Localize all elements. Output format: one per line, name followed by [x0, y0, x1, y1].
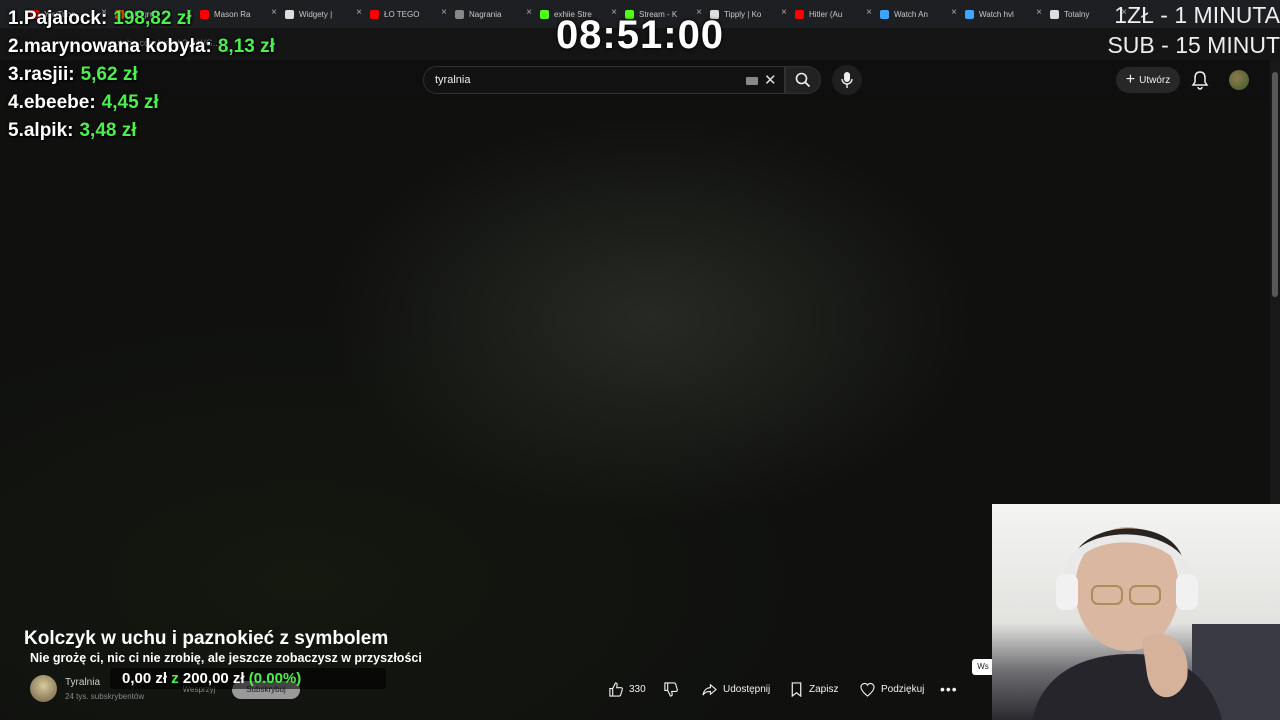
timer-rates: 1ZŁ - 1 MINUTA SUB - 15 MINUT	[1107, 0, 1280, 60]
donation-amount: 5,62 zł	[80, 64, 138, 85]
goal-target: 200,00 zł	[182, 670, 245, 687]
search-box[interactable]: tyralnia ✕	[423, 66, 785, 94]
tab-label: Tipply | Ko	[724, 9, 762, 19]
donation-rank: 1.	[8, 8, 24, 29]
goal-current: 0,00 zł	[122, 670, 168, 687]
browser-tab[interactable]: Watch hvl ×	[965, 5, 1042, 23]
tab-favicon-icon	[455, 9, 464, 19]
donation-row: 5.alpik: 3,48 zł	[8, 120, 368, 148]
bookmark-icon	[791, 681, 802, 697]
search-icon	[795, 72, 811, 88]
channel-name[interactable]: Tyralnia	[65, 677, 100, 688]
goal-separator: z	[171, 670, 179, 687]
donation-amount: 8,13 zł	[217, 36, 275, 57]
thumbs-up-icon	[609, 681, 623, 697]
thanks-button[interactable]: Podziękuj	[860, 678, 924, 700]
voice-search-button[interactable]	[832, 65, 862, 95]
donation-row: 2.marynowana kobyła: 8,13 zł	[8, 36, 368, 64]
tab-label: ŁO TEGO	[384, 9, 420, 19]
tab-close-icon[interactable]: ×	[781, 7, 787, 18]
tab-favicon-icon	[540, 9, 549, 19]
tab-favicon-icon	[965, 9, 974, 19]
video-subtitle: Nie grożę ci, nic ci nie zrobię, ale jes…	[30, 651, 422, 665]
tab-label: Totalny	[1064, 9, 1090, 19]
browser-tab[interactable]: Hitler (Au ×	[795, 5, 872, 23]
share-label: Udostępnij	[723, 683, 771, 695]
tab-favicon-icon	[795, 9, 804, 19]
donor-name: ebeebe:	[23, 92, 96, 113]
rate-line: 1ZŁ - 1 MINUTA	[1114, 2, 1280, 28]
search-button[interactable]	[785, 66, 821, 94]
tab-close-icon[interactable]: ×	[1036, 7, 1042, 18]
donation-amount: 4,45 zł	[101, 92, 159, 113]
save-label: Zapisz	[809, 683, 839, 695]
streamer-figure	[1032, 527, 1280, 720]
tab-label: Hitler (Au	[809, 9, 843, 19]
subscriber-count: 24 tys. subskrybentów	[65, 692, 145, 701]
share-icon	[702, 683, 717, 695]
account-avatar[interactable]	[1229, 70, 1249, 90]
donation-row: 3.rasjii: 5,62 zł	[8, 64, 368, 92]
donation-rank: 4.	[8, 92, 24, 113]
notifications-bell-icon[interactable]	[1190, 70, 1210, 90]
keyboard-icon[interactable]	[746, 77, 758, 85]
microphone-icon	[841, 72, 853, 88]
dislike-button[interactable]	[663, 678, 684, 700]
donation-row: 4.ebeebe: 4,45 zł	[8, 92, 368, 120]
search-input[interactable]: tyralnia	[435, 74, 470, 86]
like-button[interactable]: 330	[608, 678, 646, 700]
tab-favicon-icon	[880, 9, 889, 19]
tab-label: Watch An	[894, 9, 928, 19]
donation-leaderboard: 1.Pajalock: 198,82 zł 2.marynowana kobyła:…	[8, 8, 368, 148]
donor-name: Pajalock:	[23, 8, 108, 29]
donation-goal: 0,00 zł z 200,00 zł (0.00%)	[122, 670, 301, 687]
webcam-feed	[992, 504, 1280, 720]
browser-tab[interactable]: Watch An ×	[880, 5, 957, 23]
tab-close-icon[interactable]: ×	[866, 7, 872, 18]
create-button[interactable]: + Utwórz	[1116, 67, 1180, 93]
video-title: Kolczyk w uchu i paznokieć z symbolem	[24, 628, 389, 649]
create-label: Utwórz	[1139, 74, 1171, 86]
donor-name: rasjii:	[23, 64, 75, 85]
donation-rank: 3.	[8, 64, 24, 85]
clear-search-icon[interactable]: ✕	[764, 71, 777, 89]
tab-label: Watch hvl	[979, 9, 1014, 19]
thumbs-down-icon	[664, 681, 678, 697]
scrollbar-thumb[interactable]	[1272, 72, 1278, 297]
donor-name: alpik:	[23, 120, 74, 141]
more-actions-button[interactable]: •••	[940, 678, 958, 700]
donation-rank: 5.	[8, 120, 24, 141]
tab-favicon-icon	[1050, 9, 1059, 19]
tab-close-icon[interactable]: ×	[441, 7, 447, 18]
browser-tab[interactable]: Nagrania ×	[455, 5, 532, 23]
donation-amount: 198,82 zł	[113, 8, 192, 29]
donation-rank: 2.	[8, 36, 24, 57]
channel-avatar[interactable]	[30, 675, 57, 702]
donation-row: 1.Pajalock: 198,82 zł	[8, 8, 368, 36]
save-button[interactable]: Zapisz	[790, 678, 838, 700]
like-count: 330	[629, 683, 646, 695]
thanks-heart-icon	[860, 682, 875, 697]
browser-tab[interactable]: ŁO TEGO ×	[370, 5, 447, 23]
share-button[interactable]: Udostępnij	[702, 678, 770, 700]
tab-favicon-icon	[370, 9, 379, 19]
goal-percent: (0.00%)	[248, 670, 302, 687]
plus-icon: +	[1125, 71, 1136, 88]
thanks-label: Podziękuj	[881, 683, 925, 695]
stream-timer: 08:51:00	[555, 13, 725, 57]
donation-amount: 3,48 zł	[79, 120, 137, 141]
rate-line: SUB - 15 MINUT	[1107, 32, 1280, 58]
tab-label: Nagrania	[469, 9, 502, 19]
more-icon: •••	[940, 681, 958, 697]
donor-name: marynowana kobyła:	[23, 36, 212, 57]
tab-close-icon[interactable]: ×	[526, 7, 532, 18]
tab-close-icon[interactable]: ×	[951, 7, 957, 18]
side-badge: Ws	[972, 659, 994, 675]
